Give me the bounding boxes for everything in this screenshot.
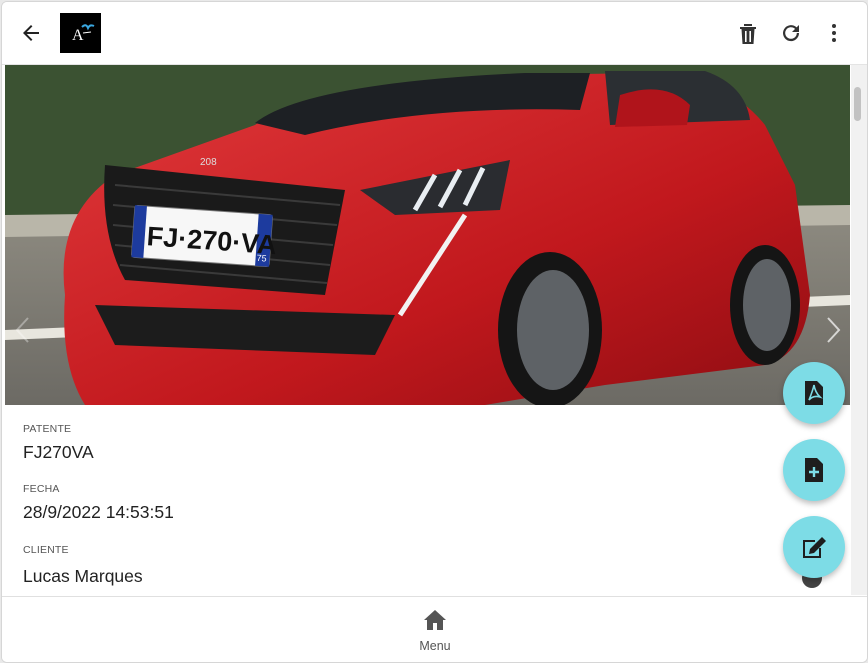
refresh-icon [783,25,800,42]
add-document-icon [805,458,823,482]
refresh-button[interactable] [777,19,805,47]
edit-button[interactable] [783,516,845,578]
home-icon [424,610,446,630]
scrollbar[interactable] [851,65,867,595]
export-pdf-button[interactable] [783,362,845,424]
detail-content: FJ·270·VA 75 208 PATENTE FJ270VA FECHA 2… [2,65,850,595]
vehicle-photo-carousel[interactable]: FJ·270·VA 75 208 [5,65,850,405]
fecha-field: FECHA 28/9/2022 14:53:51 [23,483,174,523]
back-button[interactable] [16,18,46,48]
pdf-icon [805,381,823,405]
edit-icon [803,537,826,558]
patente-label: PATENTE [23,423,72,435]
more-options-button[interactable] [820,19,848,47]
trash-icon [740,24,756,44]
app-window: A FJ·270·VA 75 208 PATENTE FJ270VA FECHA… [1,1,868,663]
arrow-left-icon [23,25,39,41]
carousel-prev-button[interactable] [13,315,33,345]
cliente-label: CLIENTE [23,544,69,556]
model-badge: 208 [200,157,217,168]
fecha-label: FECHA [23,483,60,495]
fecha-value: 28/9/2022 14:53:51 [23,502,174,522]
svg-text:A: A [72,27,84,44]
scrollbar-thumb[interactable] [854,87,861,121]
cliente-field: CLIENTE Lucas Marques [23,544,143,587]
patente-field: PATENTE FJ270VA [23,423,94,463]
nav-item-menu-label: Menu [419,639,451,653]
add-document-button[interactable] [783,439,845,501]
plate-region-text: 75 [256,253,267,264]
chevron-right-icon [827,317,841,343]
more-vertical-icon [832,24,836,42]
delete-button[interactable] [734,19,762,47]
nav-item-menu[interactable]: Menu [400,609,470,655]
app-bar: A [2,2,867,65]
bottom-navigation: Menu [2,596,867,662]
app-logo: A [60,13,101,53]
carousel-next-button[interactable] [823,315,843,345]
cliente-value: Lucas Marques [23,566,143,586]
chevron-left-icon [15,317,29,343]
patente-value: FJ270VA [23,442,94,462]
vehicle-photo: FJ·270·VA 75 208 [5,65,850,405]
